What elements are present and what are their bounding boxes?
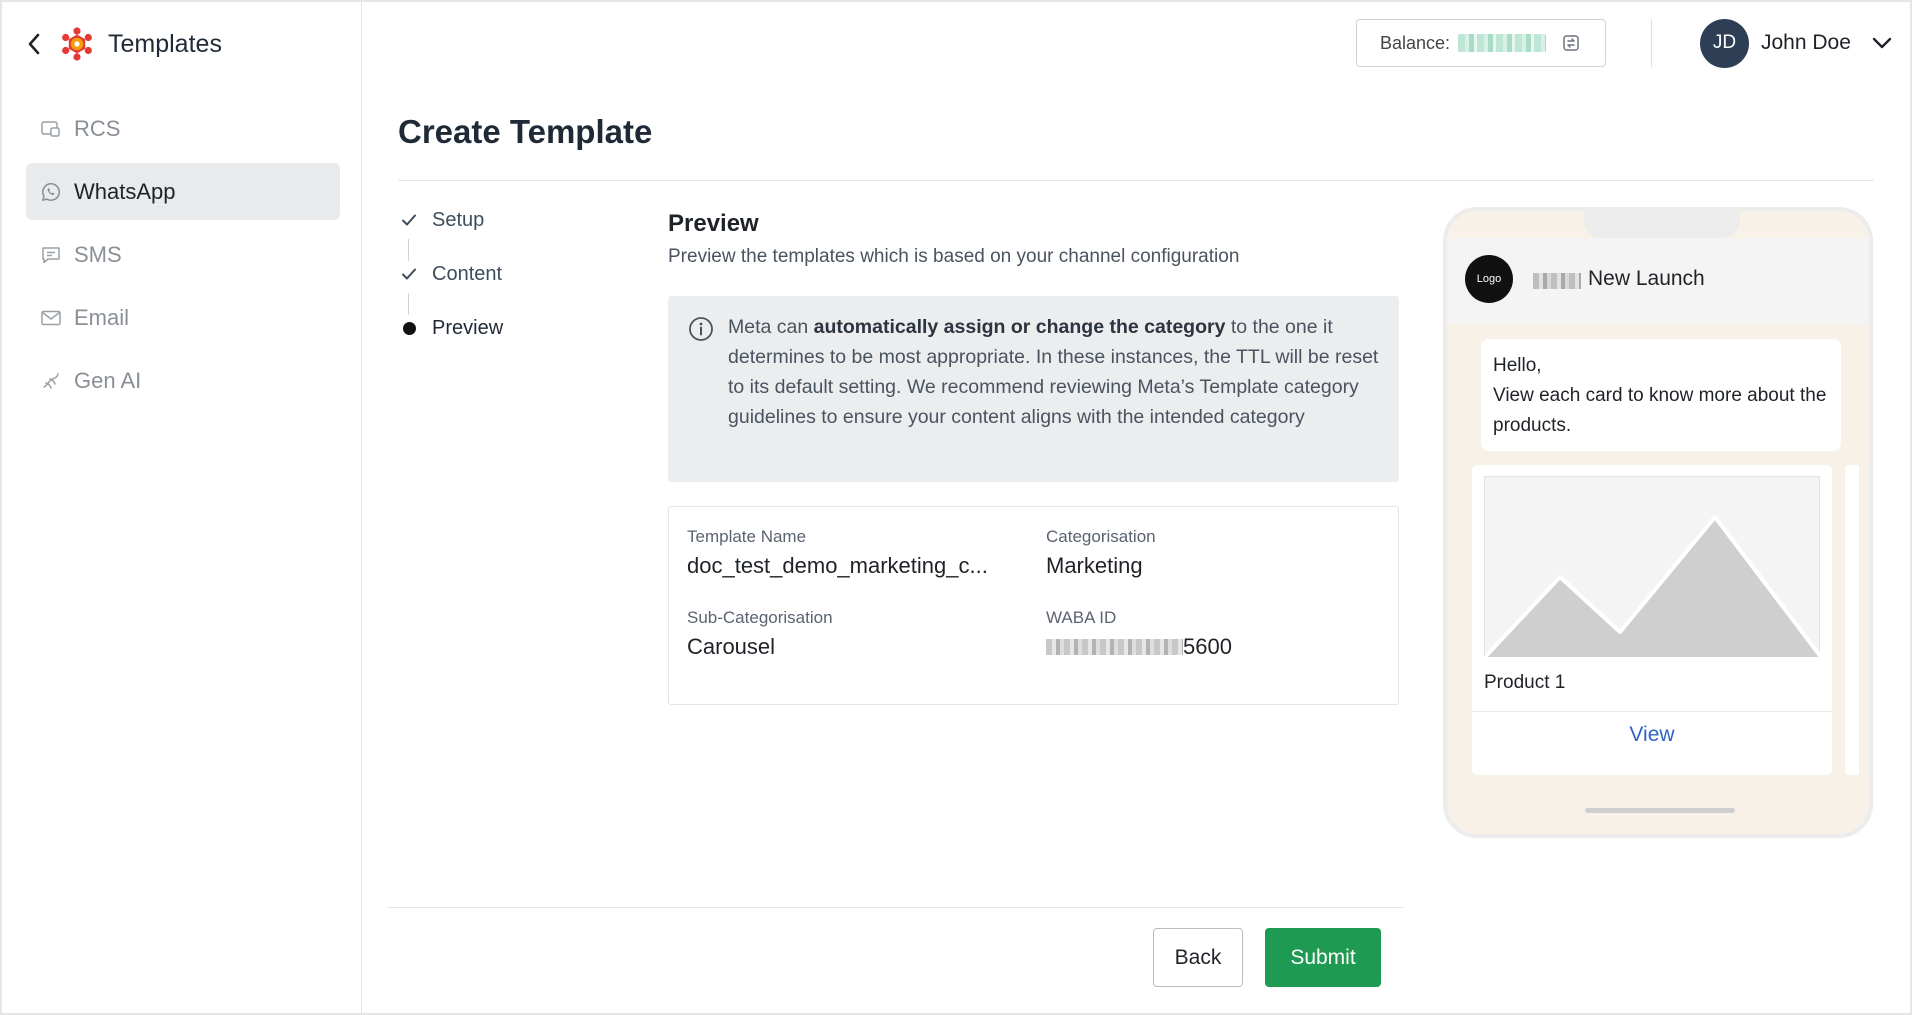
message-line: View each card to know more about the pr…: [1493, 385, 1827, 436]
sidebar-header: Templates: [22, 22, 222, 66]
step-content[interactable]: Content: [398, 259, 502, 289]
sub-categorisation-value: Carousel: [687, 634, 776, 659]
sidebar: Templates RCS WhatsApp SMS Email Gen AI: [2, 2, 362, 1013]
message-line: Hello,: [1493, 355, 1542, 376]
step-preview[interactable]: Preview: [398, 313, 503, 343]
header-divider: [1651, 19, 1652, 67]
info-text-bold: automatically assign or change the categ…: [813, 316, 1226, 338]
balance-widget: Balance:: [1356, 19, 1606, 67]
categorisation-value: Marketing: [1046, 553, 1143, 578]
sidebar-item-whatsapp[interactable]: WhatsApp: [26, 163, 340, 220]
check-icon: [398, 209, 420, 231]
rcs-icon: [40, 118, 62, 140]
step-label: Content: [432, 262, 503, 285]
sidebar-item-label: SMS: [74, 241, 122, 267]
sidebar-item-label: RCS: [74, 115, 121, 141]
submit-button[interactable]: Submit: [1265, 928, 1381, 987]
brand-logo-icon: [60, 27, 94, 61]
categorisation-label: Categorisation: [1046, 527, 1156, 546]
chevron-down-icon[interactable]: [1871, 32, 1893, 54]
balance-value-redacted: [1458, 34, 1547, 52]
preview-title: Preview: [668, 210, 759, 237]
sidebar-item-label: Gen AI: [74, 367, 142, 393]
page-title: Create Template: [398, 113, 653, 150]
gen-ai-icon: [40, 370, 62, 392]
balance-label: Balance:: [1380, 32, 1451, 53]
avatar: JD: [1700, 18, 1749, 68]
channel-nav: RCS WhatsApp SMS Email Gen AI: [26, 100, 340, 415]
sidebar-item-label: Email: [74, 304, 130, 330]
email-icon: [40, 307, 62, 329]
step-connector: [408, 293, 409, 315]
step-connector: [408, 239, 409, 261]
template-name-label: Template Name: [687, 527, 807, 546]
user-menu[interactable]: JD John Doe: [1700, 18, 1893, 68]
category-info-callout: Meta can automatically assign or change …: [668, 296, 1399, 482]
refresh-balance-icon[interactable]: [1560, 32, 1582, 54]
current-step-dot-icon: [398, 317, 420, 339]
phone-preview: Logo New Launch Hello, View each card to…: [1443, 207, 1873, 838]
sub-categorisation-label: Sub-Categorisation: [687, 608, 833, 627]
info-icon: [688, 316, 714, 342]
card-view-button[interactable]: View: [1472, 723, 1832, 747]
business-name-redacted: [1533, 273, 1581, 289]
sidebar-item-rcs[interactable]: RCS: [26, 100, 340, 157]
waba-id-redacted: [1046, 639, 1183, 655]
back-chevron-icon[interactable]: [22, 32, 46, 56]
home-indicator: [1585, 808, 1735, 813]
image-placeholder-icon: [1483, 476, 1823, 659]
phone-notch: [1584, 211, 1740, 238]
card-title: Product 1: [1484, 672, 1566, 693]
sidebar-item-sms[interactable]: SMS: [26, 226, 340, 283]
user-name: John Doe: [1761, 31, 1851, 54]
sidebar-item-label: WhatsApp: [74, 178, 176, 204]
sms-icon: [40, 244, 62, 266]
check-icon: [398, 263, 420, 285]
business-name: New Launch: [1588, 267, 1705, 290]
preview-subtitle: Preview the templates which is based on …: [668, 246, 1240, 267]
template-details-card: Template Name doc_test_demo_marketing_c.…: [668, 506, 1399, 705]
waba-id-label: WABA ID: [1046, 608, 1117, 627]
sidebar-title: Templates: [108, 29, 222, 58]
card-divider: [1472, 711, 1832, 712]
back-button[interactable]: Back: [1153, 928, 1243, 987]
title-divider: [398, 180, 1874, 181]
whatsapp-icon: [40, 181, 62, 203]
chat-header: Logo New Launch: [1447, 238, 1869, 324]
carousel-card: Product 1 View: [1472, 465, 1832, 775]
business-logo: Logo: [1465, 255, 1513, 303]
waba-id-value: 5600: [1046, 634, 1232, 660]
step-label: Preview: [432, 316, 504, 339]
sidebar-item-gen-ai[interactable]: Gen AI: [26, 352, 340, 409]
template-name-value: doc_test_demo_marketing_c...: [687, 553, 988, 578]
sidebar-item-email[interactable]: Email: [26, 289, 340, 346]
step-label: Setup: [432, 208, 485, 231]
info-text: Meta can automatically assign or change …: [728, 316, 1379, 428]
next-carousel-card[interactable]: [1845, 465, 1859, 775]
message-bubble: Hello, View each card to know more about…: [1481, 339, 1841, 451]
footer-divider: [387, 907, 1403, 908]
step-setup[interactable]: Setup: [398, 205, 484, 235]
